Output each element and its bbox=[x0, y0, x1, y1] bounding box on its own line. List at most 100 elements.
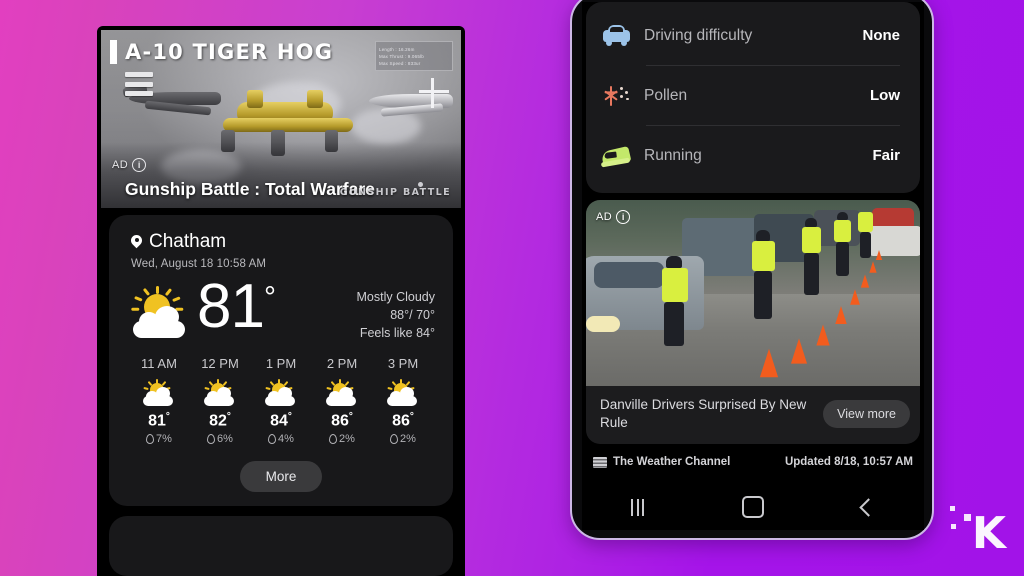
menu-icon[interactable] bbox=[125, 72, 153, 96]
watermark-square bbox=[950, 506, 955, 511]
spec-line: Length : 16.26m bbox=[379, 46, 415, 52]
game-ad-banner[interactable]: A-10 TIGER HOG Length : 16.26m Max Thrus… bbox=[101, 30, 461, 208]
precip-value: 7% bbox=[156, 433, 172, 446]
hour-time: 2 PM bbox=[326, 356, 358, 371]
raindrop-icon bbox=[146, 434, 155, 445]
precip-value: 6% bbox=[217, 433, 233, 446]
news-ad-caption: Danville Drivers Surprised By New Rule V… bbox=[586, 386, 920, 444]
partly-cloudy-icon bbox=[142, 379, 176, 407]
activity-forecast-card: Driving difficulty None Pollen Low Runni… bbox=[586, 2, 920, 193]
watermark-square bbox=[964, 514, 971, 521]
more-button-row: More bbox=[109, 461, 453, 493]
traffic-cone bbox=[875, 250, 883, 260]
traffic-cone bbox=[835, 305, 847, 325]
next-card-peek[interactable] bbox=[109, 516, 453, 576]
traffic-cone bbox=[816, 324, 830, 346]
raindrop-icon bbox=[329, 434, 338, 445]
observation-datetime: Wed, August 18 10:58 AM bbox=[131, 258, 267, 270]
partly-cloudy-icon bbox=[264, 379, 298, 407]
watermark-letter: K bbox=[971, 508, 1006, 559]
game-ad-title-row: A-10 TIGER HOG bbox=[110, 40, 333, 64]
hourly-item[interactable]: 2 PM 86° 2% bbox=[316, 356, 368, 445]
partly-cloudy-icon bbox=[131, 286, 193, 340]
left-phone-device: A-10 TIGER HOG Length : 16.26m Max Thrus… bbox=[97, 26, 465, 576]
activity-label: Pollen bbox=[644, 86, 688, 104]
activity-value: None bbox=[862, 27, 901, 44]
traffic-cone bbox=[860, 274, 870, 288]
gold-jet-engine bbox=[307, 90, 323, 108]
hour-time: 12 PM bbox=[201, 356, 239, 371]
precip-value: 2% bbox=[339, 433, 355, 446]
right-phone-device: Driving difficulty None Pollen Low Runni… bbox=[570, 0, 934, 540]
news-ad-disclosure[interactable]: AD i bbox=[596, 210, 631, 224]
info-icon[interactable]: i bbox=[616, 210, 631, 224]
activity-label: Running bbox=[644, 146, 702, 164]
aircraft-spec-box: Length : 16.26m Max Thrust : 9.065lb Max… bbox=[375, 41, 453, 71]
home-button-icon[interactable] bbox=[742, 496, 764, 518]
hour-precipitation: 2% bbox=[316, 433, 368, 445]
hour-precipitation: 2% bbox=[377, 433, 429, 445]
info-icon[interactable]: i bbox=[132, 158, 147, 172]
hour-temperature: 82° bbox=[209, 411, 231, 430]
partly-cloudy-icon bbox=[325, 379, 359, 407]
traffic-cone bbox=[759, 348, 779, 378]
raindrop-icon bbox=[268, 434, 277, 445]
partly-cloudy-icon bbox=[386, 379, 420, 407]
android-navigation-bar bbox=[582, 484, 924, 530]
location-name: Chatham bbox=[149, 231, 227, 252]
right-phone-screen: Driving difficulty None Pollen Low Runni… bbox=[582, 2, 924, 530]
hourly-item[interactable]: 12 PM 82° 6% bbox=[194, 356, 246, 445]
hourly-forecast-row: 11 AM 81° 7% 12 PM 82° 6% 1 PM 84° 4% 2 … bbox=[109, 342, 453, 445]
hour-time: 1 PM bbox=[265, 356, 297, 371]
recents-button-icon[interactable] bbox=[631, 498, 644, 516]
hour-precipitation: 6% bbox=[194, 433, 246, 445]
news-ad-headline: Danville Drivers Surprised By New Rule bbox=[600, 397, 807, 430]
activity-row-driving[interactable]: Driving difficulty None bbox=[586, 6, 920, 65]
activity-row-pollen[interactable]: Pollen Low bbox=[586, 66, 920, 125]
hourly-item[interactable]: 1 PM 84° 4% bbox=[255, 356, 307, 445]
news-ad-card[interactable]: AD i Danville Drivers Surprised By New R… bbox=[586, 200, 920, 444]
activity-row-running[interactable]: Running Fair bbox=[586, 126, 920, 185]
spec-line: Max Thrust : 9.065lb bbox=[379, 53, 424, 59]
hourly-item[interactable]: 11 AM 81° 7% bbox=[133, 356, 185, 445]
feels-like-text: Feels like 84° bbox=[359, 326, 435, 340]
location-row[interactable]: Chatham bbox=[109, 231, 453, 253]
game-ad-brand-logo: GUNSHIP BATTLE bbox=[339, 187, 451, 198]
car-window bbox=[594, 262, 664, 288]
pollen-icon bbox=[602, 83, 632, 109]
temp-value: 81 bbox=[197, 272, 265, 341]
title-accent-bar bbox=[110, 40, 117, 64]
ad-disclosure[interactable]: AD i bbox=[112, 158, 147, 172]
hourly-item[interactable]: 3 PM 86° 2% bbox=[377, 356, 429, 445]
news-ad-photo: AD i bbox=[586, 200, 920, 386]
hour-precipitation: 4% bbox=[255, 433, 307, 445]
partly-cloudy-icon bbox=[203, 379, 237, 407]
headlight bbox=[586, 316, 620, 332]
game-ad-title: A-10 TIGER HOG bbox=[125, 40, 334, 64]
traffic-cone bbox=[850, 289, 860, 305]
raindrop-icon bbox=[390, 434, 399, 445]
attribution-source: The Weather Channel bbox=[613, 456, 731, 468]
left-phone-screen: A-10 TIGER HOG Length : 16.26m Max Thrus… bbox=[101, 30, 461, 576]
car-icon bbox=[602, 23, 632, 49]
back-button-icon[interactable] bbox=[859, 497, 878, 517]
current-temperature: 81° bbox=[197, 276, 276, 338]
screenshot-stage: A-10 TIGER HOG Length : 16.26m Max Thrus… bbox=[0, 0, 1024, 576]
hour-temperature: 84° bbox=[270, 411, 292, 430]
view-more-button[interactable]: View more bbox=[823, 400, 910, 428]
hour-temperature: 86° bbox=[331, 411, 353, 430]
hour-time: 3 PM bbox=[387, 356, 419, 371]
hour-time: 11 AM bbox=[141, 356, 177, 371]
more-button[interactable]: More bbox=[239, 461, 323, 493]
activity-label: Driving difficulty bbox=[644, 26, 753, 44]
attribution-updated: Updated 8/18, 10:57 AM bbox=[784, 456, 913, 468]
precip-value: 2% bbox=[400, 433, 416, 446]
current-conditions-row: 81° Mostly Cloudy 88°/ 70° Feels like 84… bbox=[109, 276, 453, 342]
high-low-text: 88°/ 70° bbox=[390, 308, 435, 322]
game-ad-name: Gunship Battle : Total Warfare bbox=[125, 179, 375, 199]
traffic-cone bbox=[869, 261, 877, 273]
spec-line: Max Speed : 833ur bbox=[379, 60, 421, 66]
jet-crosshair-horizontal bbox=[419, 90, 449, 93]
activity-value: Fair bbox=[872, 147, 900, 164]
gold-jet-engine bbox=[247, 90, 263, 108]
